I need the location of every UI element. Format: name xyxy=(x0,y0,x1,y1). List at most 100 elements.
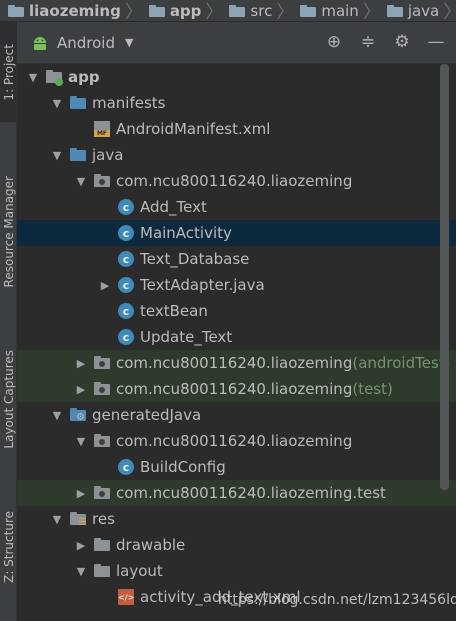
tree-item-source-set: (androidTest) xyxy=(352,354,451,372)
tree-row[interactable]: ▼ res xyxy=(17,506,456,532)
expanded-arrow-icon[interactable]: ▼ xyxy=(51,409,63,422)
expanded-arrow-icon[interactable]: ▼ xyxy=(75,435,87,448)
collapsed-arrow-icon[interactable]: ▶ xyxy=(75,383,87,396)
package-icon xyxy=(93,380,111,398)
chevron-right-icon: 〉 xyxy=(362,1,381,22)
tree-row[interactable]: ▶ com.ncu800116240.liaozeming (test) xyxy=(17,376,456,402)
tree-item-label: com.ncu800116240.liaozeming xyxy=(116,432,353,450)
breadcrumb-item-src[interactable]: src xyxy=(225,2,272,20)
tree-item-label: Add_Text xyxy=(140,198,207,216)
breadcrumb-item-project[interactable]: liaozeming xyxy=(4,2,121,20)
module-folder-icon xyxy=(148,4,165,17)
tree-item-label: app xyxy=(68,68,100,86)
breadcrumb-item-app[interactable]: app xyxy=(145,1,202,20)
tree-row[interactable]: ▼ java xyxy=(17,142,456,168)
class-c-glyph: c xyxy=(118,199,134,215)
tree-row[interactable]: c MainActivity xyxy=(17,220,456,246)
breadcrumb-label: liaozeming xyxy=(29,1,121,20)
tree-item-label: Text_Database xyxy=(140,250,250,268)
breadcrumb: liaozeming 〉 app 〉 src 〉 main 〉 java 〉 c… xyxy=(0,0,456,22)
chevron-right-icon: 〉 xyxy=(443,0,456,22)
view-mode-selector[interactable]: Android xyxy=(57,34,115,52)
gear-badge-icon: ⚙ xyxy=(76,412,85,423)
java-class-icon: c xyxy=(117,250,135,268)
package-icon xyxy=(93,172,111,190)
package-icon xyxy=(93,432,111,450)
source-folder-icon xyxy=(69,94,87,112)
collapse-icon[interactable]: ≑ xyxy=(358,32,378,52)
expanded-arrow-icon[interactable]: ▼ xyxy=(75,175,87,188)
java-class-icon: c xyxy=(117,224,135,242)
folder-icon xyxy=(93,562,111,580)
breadcrumb-item-main[interactable]: main xyxy=(296,1,359,20)
package-dot-icon xyxy=(99,361,105,367)
layout-xml-icon: </> xyxy=(117,588,135,606)
tool-tab-structure[interactable]: Z: Structure xyxy=(0,492,17,602)
tree-row[interactable]: ▼ ⚙ generatedJava xyxy=(17,402,456,428)
breadcrumb-item-java[interactable]: java xyxy=(383,2,439,20)
tool-tab-layout-captures[interactable]: Layout Captures xyxy=(0,332,17,467)
module-folder-icon xyxy=(45,68,63,86)
project-tree: ▼ app ▼ manifests MF AndroidManifest.xml ▼ java… xyxy=(17,64,456,621)
tree-row[interactable]: c Update_Text xyxy=(17,324,456,350)
chevron-down-icon[interactable]: ▼ xyxy=(125,36,133,49)
tree-row[interactable]: MF AndroidManifest.xml xyxy=(17,116,456,142)
breadcrumb-label: app xyxy=(169,1,202,20)
locate-icon[interactable]: ⊕ xyxy=(324,32,344,52)
tree-row[interactable]: ▶ com.ncu800116240.liaozeming.test xyxy=(17,480,456,506)
collapsed-arrow-icon[interactable]: ▶ xyxy=(75,357,87,370)
tree-item-label: TextAdapter.java xyxy=(140,276,265,294)
tree-row[interactable]: ▶ c TextAdapter.java xyxy=(17,272,456,298)
tool-tab-resource-manager[interactable]: Resource Manager xyxy=(0,162,17,302)
expanded-arrow-icon[interactable]: ▼ xyxy=(75,565,87,578)
tree-row[interactable]: ▼ layout xyxy=(17,558,456,584)
tree-row[interactable]: c Add_Text xyxy=(17,194,456,220)
package-icon xyxy=(93,354,111,372)
chevron-right-icon: 〉 xyxy=(276,1,295,22)
breadcrumb-label: src xyxy=(250,1,273,20)
folder-icon xyxy=(93,536,111,554)
scrollbar-thumb[interactable] xyxy=(440,64,449,490)
generated-class-icon: c xyxy=(117,458,135,476)
tree-item-label: layout xyxy=(116,562,163,580)
expanded-arrow-icon[interactable]: ▼ xyxy=(51,97,63,110)
tree-row[interactable]: c textBean xyxy=(17,298,456,324)
expanded-arrow-icon[interactable]: ▼ xyxy=(27,71,39,84)
collapsed-arrow-icon[interactable]: ▶ xyxy=(99,279,111,292)
breadcrumb-label: main xyxy=(321,1,359,20)
tree-row[interactable]: ▼ com.ncu800116240.liaozeming xyxy=(17,428,456,454)
tree-row[interactable]: c Text_Database xyxy=(17,246,456,272)
android-icon xyxy=(34,36,46,50)
project-header: Android ▼ ⊕ ≑ ⚙ — xyxy=(17,22,456,64)
gear-icon[interactable]: ⚙ xyxy=(392,32,412,52)
tree-row[interactable]: ▼ com.ncu800116240.liaozeming xyxy=(17,168,456,194)
tool-tab-project[interactable]: 1: Project xyxy=(0,22,17,122)
tree-item-label: com.ncu800116240.liaozeming xyxy=(116,172,353,190)
tree-item-label: AndroidManifest.xml xyxy=(116,120,271,138)
tree-row[interactable]: c BuildConfig xyxy=(17,454,456,480)
tree-item-label: Update_Text xyxy=(140,328,233,346)
collapsed-arrow-icon[interactable]: ▶ xyxy=(75,539,87,552)
module-badge-icon xyxy=(55,78,63,86)
tree-item-label: res xyxy=(92,510,115,528)
tree-row[interactable]: ▶ com.ncu800116240.liaozeming (androidTes… xyxy=(17,350,456,376)
expanded-arrow-icon[interactable]: ▼ xyxy=(51,149,63,162)
manifest-glyph: MF xyxy=(94,121,110,137)
class-c-glyph: c xyxy=(118,251,134,267)
tree-item-label: com.ncu800116240.liaozeming xyxy=(116,354,353,372)
resource-folder-icon xyxy=(69,510,87,528)
breadcrumb-label: java xyxy=(407,1,440,20)
expanded-arrow-icon[interactable]: ▼ xyxy=(51,513,63,526)
tree-row[interactable]: ▶ drawable xyxy=(17,532,456,558)
folder-icon xyxy=(386,4,403,17)
tool-tab-label: Layout Captures xyxy=(1,350,16,449)
tree-row[interactable]: ▼ manifests xyxy=(17,90,456,116)
folder-icon xyxy=(229,4,246,17)
resource-badge-icon xyxy=(79,518,86,525)
chevron-right-icon: 〉 xyxy=(205,1,224,22)
tool-tab-label: Resource Manager xyxy=(1,176,16,288)
tree-row[interactable]: ▼ app xyxy=(17,64,456,90)
minimize-icon[interactable]: — xyxy=(426,32,446,52)
collapsed-arrow-icon[interactable]: ▶ xyxy=(75,487,87,500)
class-c-glyph: c xyxy=(118,277,134,293)
